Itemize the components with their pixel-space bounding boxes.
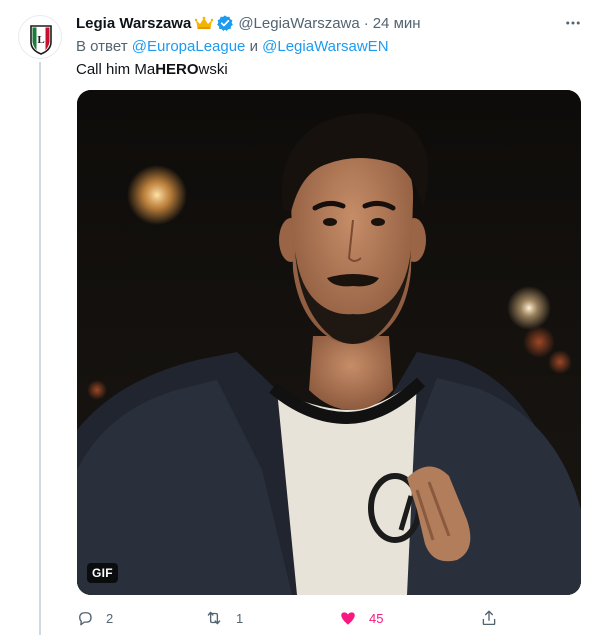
avatar[interactable]: L bbox=[18, 15, 62, 59]
author-name[interactable]: Legia Warszawa bbox=[76, 15, 191, 32]
legia-crest-icon: L bbox=[30, 25, 52, 55]
author-handle[interactable]: @LegiaWarszawa bbox=[238, 15, 359, 32]
heart-filled-icon bbox=[341, 612, 355, 625]
retweet-button[interactable]: 1 bbox=[204, 606, 243, 630]
tweet-actions: 2 1 45 bbox=[76, 606, 516, 630]
reply-count: 2 bbox=[106, 610, 114, 626]
reply-conjunction: и bbox=[249, 38, 258, 55]
reply-button[interactable]: 2 bbox=[76, 606, 113, 630]
tweet-text-end: wski bbox=[198, 61, 228, 78]
reply-prefix: В ответ bbox=[76, 38, 128, 55]
crown-emoji-icon bbox=[195, 16, 214, 30]
mention-legiawarsawen[interactable]: @LegiaWarsawEN bbox=[262, 38, 388, 55]
thread-connector-line bbox=[39, 62, 41, 635]
more-options-button[interactable] bbox=[562, 12, 584, 34]
share-icon bbox=[482, 610, 496, 626]
gif-media[interactable]: GIF bbox=[77, 90, 581, 595]
tweet-header: Legia Warszawa @LegiaWarszawa · 24 мин bbox=[76, 13, 558, 33]
share-button[interactable] bbox=[480, 606, 498, 630]
like-button[interactable]: 45 bbox=[339, 606, 383, 630]
tweet-text-bold: HERO bbox=[155, 61, 199, 78]
tweet-timestamp[interactable]: 24 мин bbox=[373, 15, 421, 32]
mention-europaleague[interactable]: @EuropaLeague bbox=[132, 38, 246, 55]
tweet-text: Call him MaHEROwski bbox=[76, 61, 228, 78]
verified-badge-icon bbox=[216, 14, 234, 32]
gif-badge: GIF bbox=[87, 563, 118, 583]
like-count: 45 bbox=[369, 610, 384, 626]
tweet-text-start: Call him Ma bbox=[76, 61, 156, 78]
separator-dot: · bbox=[363, 14, 369, 32]
replying-to: В ответ @EuropaLeague и @LegiaWarsawEN bbox=[76, 38, 389, 55]
svg-text:L: L bbox=[37, 34, 44, 46]
retweet-icon bbox=[207, 611, 221, 625]
more-dots-icon bbox=[566, 21, 580, 25]
gif-frame-illustration bbox=[77, 90, 581, 595]
reply-icon bbox=[79, 612, 92, 626]
retweet-count: 1 bbox=[236, 610, 244, 626]
